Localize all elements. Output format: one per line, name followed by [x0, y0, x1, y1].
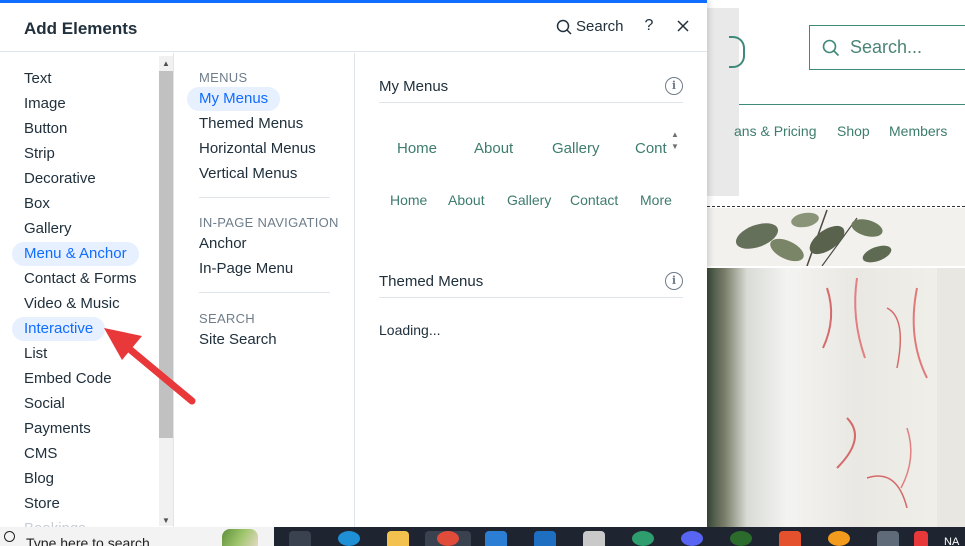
content-separator: [379, 102, 683, 103]
scroll-up-arrow-icon[interactable]: ▲: [668, 129, 682, 141]
menu-preview-item: Home: [397, 140, 438, 157]
app-icon[interactable]: [877, 531, 899, 546]
category-video-music[interactable]: Video & Music: [12, 292, 132, 316]
taskbar-search[interactable]: Type here to search: [0, 527, 274, 546]
category-store[interactable]: Store: [12, 492, 72, 516]
menu-preview-item: Gallery: [507, 192, 552, 208]
file-explorer-icon[interactable]: [387, 531, 409, 546]
help-button[interactable]: ?: [640, 17, 658, 35]
app-icon[interactable]: [632, 531, 654, 546]
loading-text: Loading...: [379, 322, 441, 338]
category-scrollbar-thumb[interactable]: [159, 71, 173, 438]
my-menus-title: My Menus: [379, 78, 449, 95]
site-nav-pricing[interactable]: ans & Pricing: [734, 123, 816, 139]
site-nav-members[interactable]: Members: [889, 123, 947, 139]
category-menu-anchor[interactable]: Menu & Anchor: [12, 242, 139, 266]
add-elements-panel: Add Elements Search ? ▲ ▼ Text Image Butto…: [0, 0, 707, 530]
menu-preview-item: More: [640, 192, 672, 208]
plant-image: [707, 208, 965, 266]
menu-preview-item: Contact: [570, 192, 619, 208]
panel-title: Add Elements: [24, 19, 138, 38]
section-divider: [199, 292, 330, 293]
section-boundary: [707, 206, 965, 207]
menu-preview-item: About: [474, 140, 514, 157]
menu-preset-small[interactable]: Home About Gallery Contact More: [379, 189, 683, 213]
category-list: ▲ ▼ Text Image Button Strip Decorative Box Gal…: [0, 53, 174, 530]
menu-preview-item: Home: [390, 192, 428, 208]
site-logo-fragment: [729, 36, 745, 68]
mail-icon[interactable]: [534, 531, 556, 546]
category-text[interactable]: Text: [12, 67, 64, 91]
edge-icon[interactable]: [338, 531, 360, 546]
category-payments[interactable]: Payments: [12, 417, 103, 441]
sub-item-anchor[interactable]: Anchor: [187, 232, 259, 256]
menu-preview-item: About: [448, 192, 485, 208]
search-icon: [822, 39, 840, 56]
scroll-down-arrow-icon[interactable]: ▼: [668, 141, 682, 153]
category-list[interactable]: List: [12, 342, 59, 366]
content-separator: [379, 297, 683, 298]
menu-preview-item: Cont: [635, 140, 667, 157]
search-icon: [556, 19, 572, 35]
scroll-down-arrow-icon[interactable]: ▼: [161, 516, 171, 526]
panel-search-button[interactable]: Search: [556, 18, 624, 35]
sublime-icon[interactable]: [779, 531, 801, 546]
close-icon[interactable]: [674, 17, 692, 35]
site-hero-photo: [707, 268, 965, 527]
search-icon: [4, 531, 15, 542]
themed-menus-title: Themed Menus: [379, 273, 484, 290]
chrome-icon[interactable]: [437, 531, 459, 546]
site-preview: Search... ans & Pricing Shop Members: [707, 0, 965, 527]
category-decorative[interactable]: Decorative: [12, 167, 108, 191]
category-image[interactable]: Image: [12, 92, 78, 116]
app-icon[interactable]: [828, 531, 850, 546]
site-search-placeholder: Search...: [850, 37, 923, 57]
section-heading-search: SEARCH: [199, 311, 255, 326]
sub-item-vertical-menus[interactable]: Vertical Menus: [187, 162, 309, 186]
info-icon[interactable]: i: [665, 77, 683, 95]
menu-preset-scroller[interactable]: ▲ ▼: [668, 129, 682, 157]
store-icon[interactable]: [485, 531, 507, 546]
elements-content: My Menus i Home About Gallery Cont ▲ ▼ H…: [356, 53, 707, 530]
site-search-box[interactable]: Search...: [809, 25, 965, 70]
search-highlight-image: [222, 529, 258, 546]
category-button[interactable]: Button: [12, 117, 79, 141]
sub-item-site-search[interactable]: Site Search: [187, 328, 289, 352]
scroll-up-arrow-icon[interactable]: ▲: [161, 59, 171, 69]
section-heading-in-page: IN-PAGE NAVIGATION: [199, 215, 339, 230]
panel-search-label: Search: [576, 18, 624, 35]
discord-icon[interactable]: [681, 531, 703, 546]
sub-item-in-page-menu[interactable]: In-Page Menu: [187, 257, 305, 281]
info-icon[interactable]: i: [665, 272, 683, 290]
sub-item-my-menus[interactable]: My Menus: [187, 87, 281, 111]
menu-preview-item: Gallery: [552, 140, 600, 157]
notepad-icon[interactable]: [583, 531, 605, 546]
category-cms[interactable]: CMS: [12, 442, 69, 466]
panel-header: Add Elements Search ?: [0, 3, 707, 52]
category-strip[interactable]: Strip: [12, 142, 67, 166]
sub-item-themed-menus[interactable]: Themed Menus: [187, 112, 315, 136]
section-heading-menus: MENUS: [199, 70, 248, 85]
category-interactive[interactable]: Interactive: [12, 317, 106, 341]
subcategory-list: MENUS My Menus Themed Menus Horizontal M…: [175, 53, 355, 530]
category-box[interactable]: Box: [12, 192, 62, 216]
tray-text: NA: [944, 536, 960, 546]
site-nav-shop[interactable]: Shop: [837, 123, 870, 139]
category-social[interactable]: Social: [12, 392, 77, 416]
category-blog[interactable]: Blog: [12, 467, 66, 491]
sub-item-horizontal-menus[interactable]: Horizontal Menus: [187, 137, 328, 161]
section-divider: [199, 197, 330, 198]
menu-preset-large[interactable]: Home About Gallery Cont: [379, 135, 679, 175]
windows-taskbar: Type here to search NA: [0, 527, 965, 546]
xbox-icon[interactable]: [730, 531, 752, 546]
taskbar-search-text: Type here to search: [26, 535, 150, 546]
notification-icon[interactable]: [914, 531, 928, 546]
site-divider: [739, 104, 965, 105]
task-view-icon[interactable]: [289, 531, 311, 546]
category-embed-code[interactable]: Embed Code: [12, 367, 124, 391]
category-contact-forms[interactable]: Contact & Forms: [12, 267, 149, 291]
category-gallery[interactable]: Gallery: [12, 217, 84, 241]
